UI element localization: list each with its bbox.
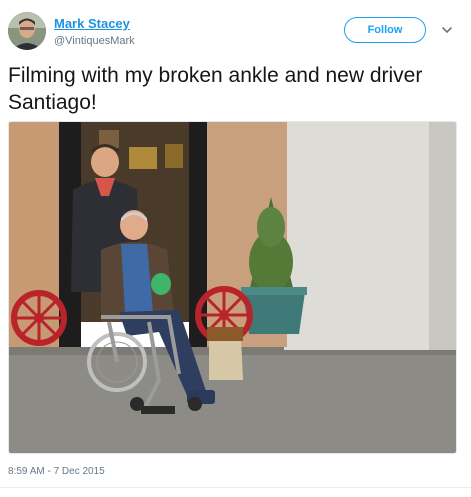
divider <box>0 487 471 488</box>
photo-illustration <box>9 122 456 453</box>
tweet-photo[interactable] <box>8 121 457 454</box>
chevron-down-icon[interactable] <box>440 23 454 37</box>
follow-button[interactable]: Follow <box>344 17 426 43</box>
avatar-image <box>8 12 46 50</box>
author-handle[interactable]: @VintiquesMark <box>54 35 135 47</box>
author-name[interactable]: Mark Stacey <box>54 16 130 31</box>
tweet-text: Filming with my broken ankle and new dri… <box>8 64 423 114</box>
avatar[interactable] <box>8 12 46 50</box>
tweet-timestamp[interactable]: 8:59 AM - 7 Dec 2015 <box>8 466 105 477</box>
